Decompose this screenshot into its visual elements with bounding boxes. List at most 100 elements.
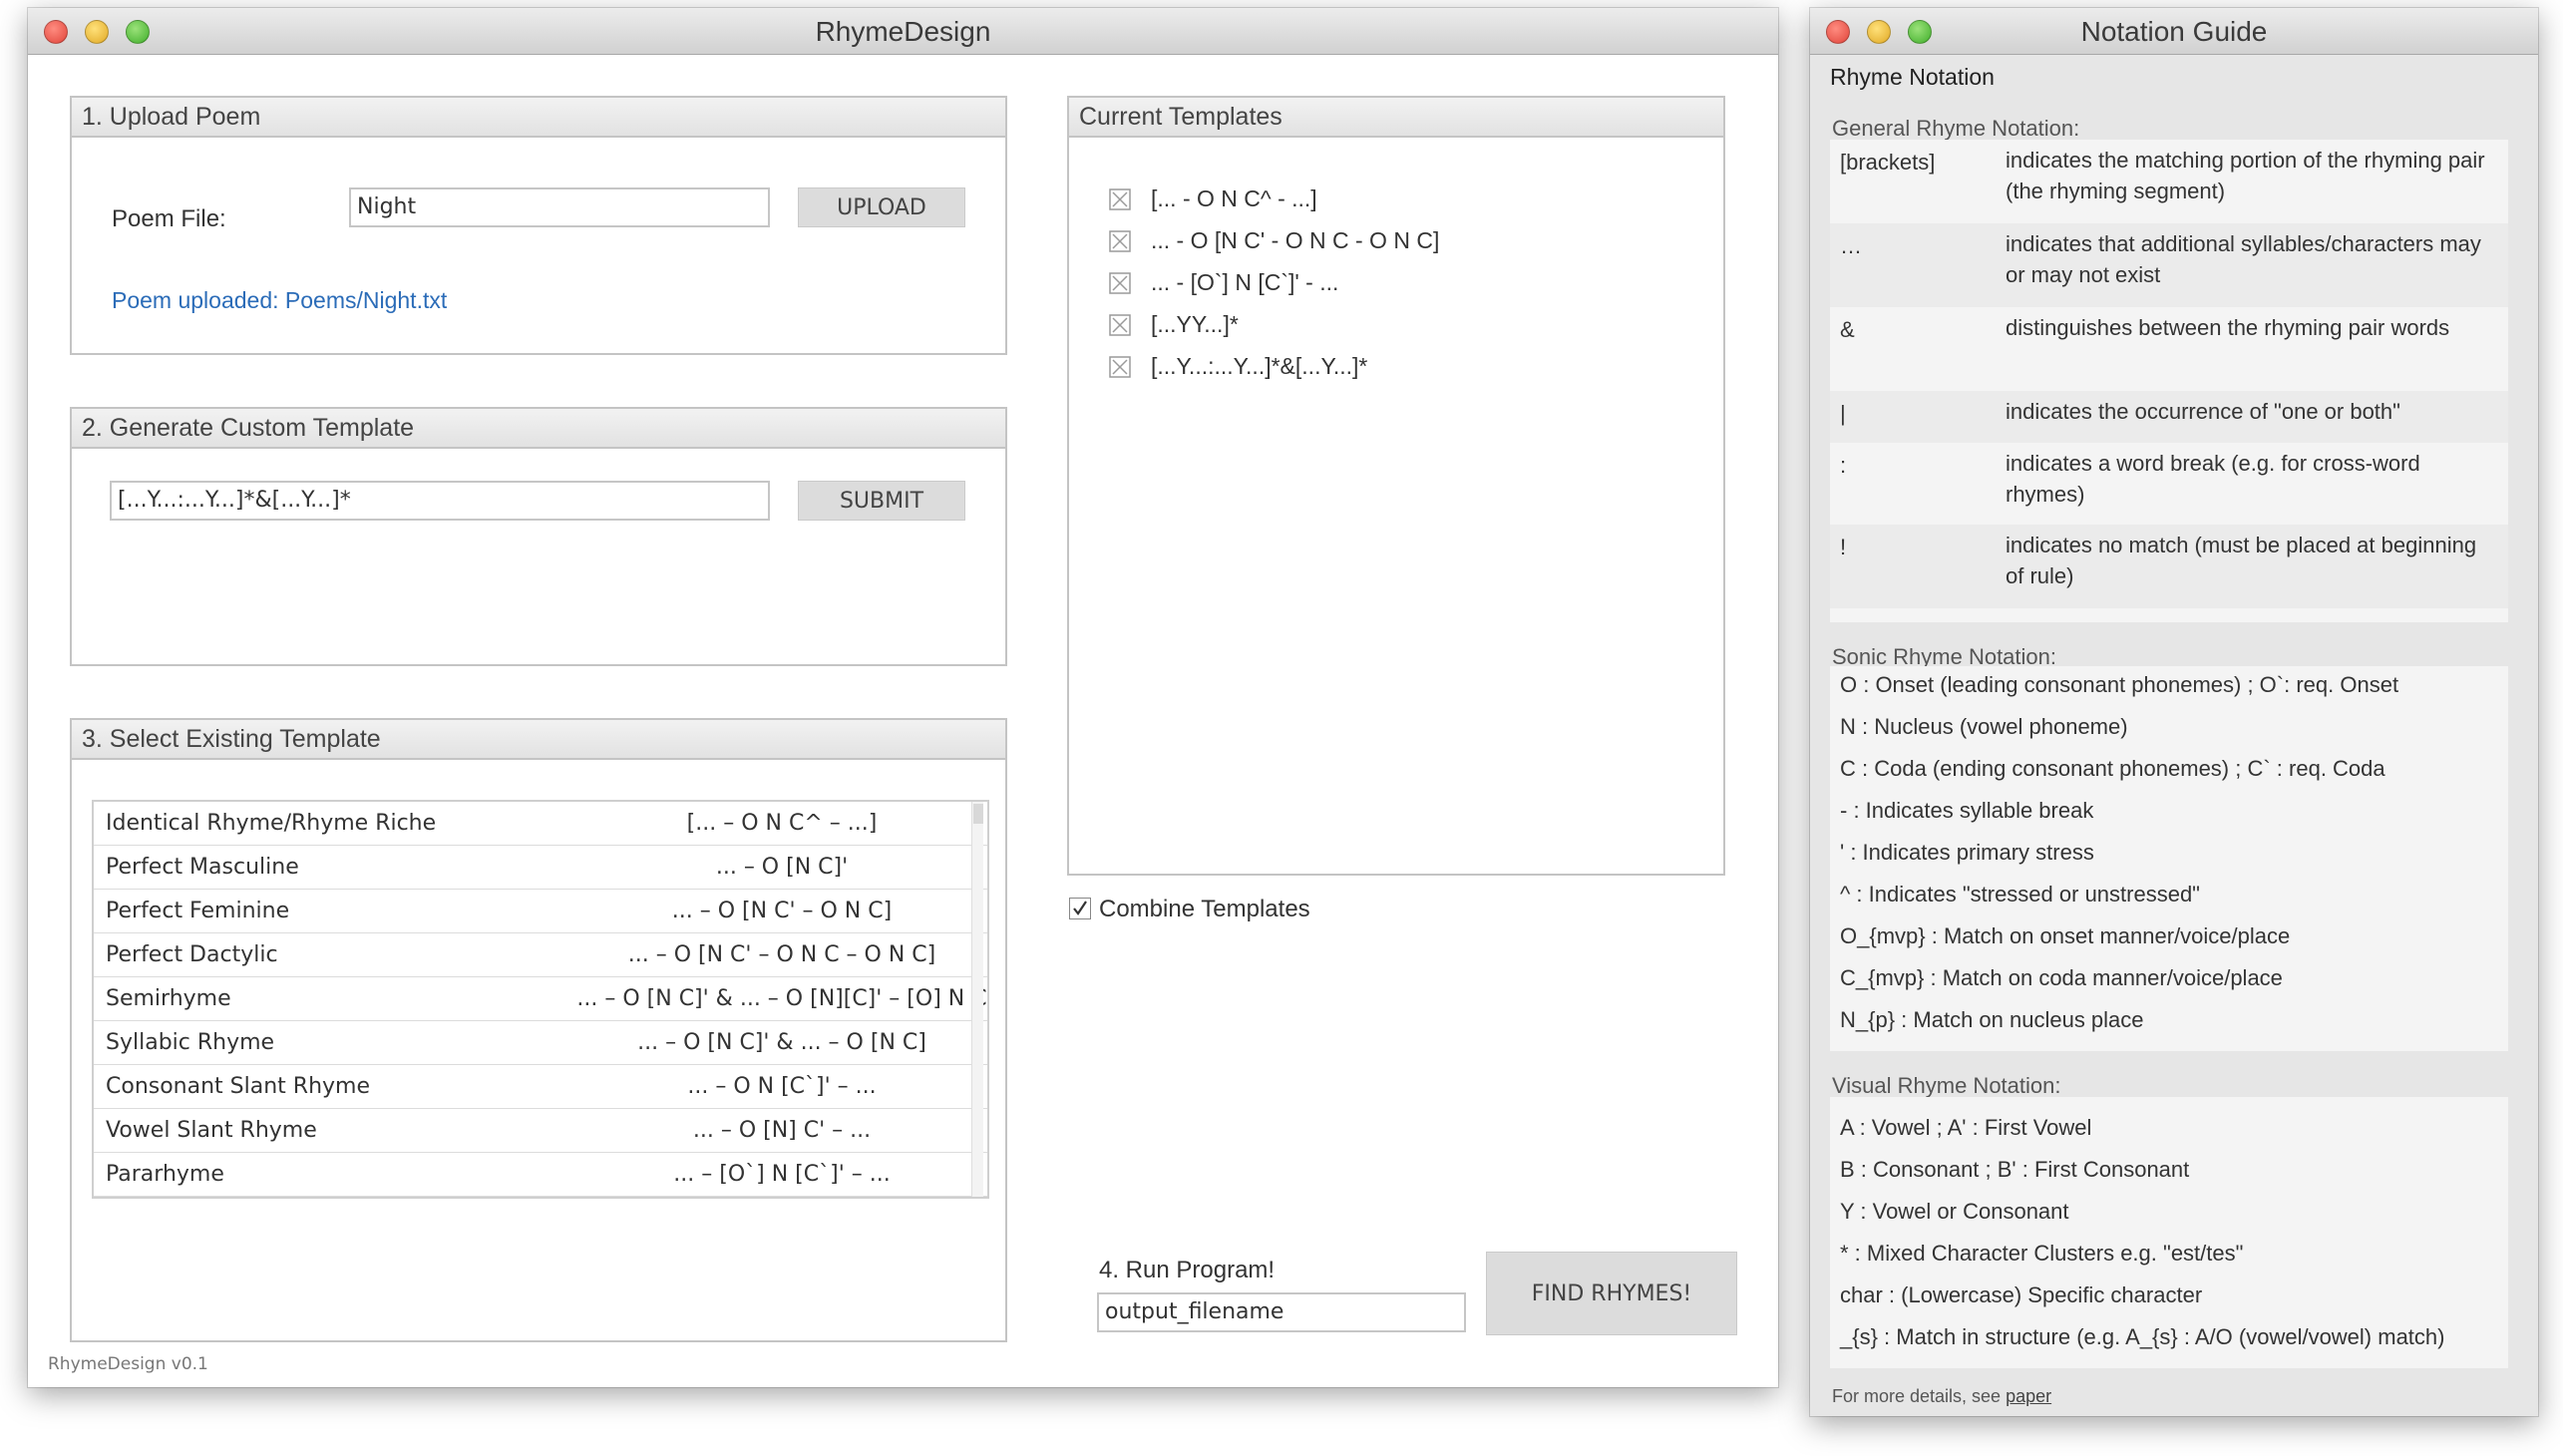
notation-symbol: !	[1840, 535, 1847, 559]
template-pattern: [... – O N C^ – ...]	[686, 811, 878, 836]
template-text: [...YY...]*	[1151, 311, 1239, 337]
general-notation-box: [brackets] indicates the matching portion…	[1830, 140, 2508, 622]
sonic-notation-line: C_{mvp} : Match on coda manner/voice/pla…	[1840, 965, 2283, 990]
notation-row: ! indicates no match (must be placed at b…	[1830, 525, 2508, 608]
notation-symbol: :	[1840, 453, 1847, 478]
notation-symbol: [brackets]	[1840, 150, 1936, 175]
current-template-item: [...YY...]*	[1109, 309, 1667, 339]
table-row[interactable]: Syllabic Rhyme ... – O [N C]' & ... – O […	[94, 1021, 987, 1065]
notation-symbol: |	[1840, 401, 1846, 426]
notation-row: : indicates a word break (e.g. for cross-…	[1830, 443, 2508, 525]
visual-notation-label: Visual Rhyme Notation:	[1832, 1073, 2061, 1098]
visual-notation-line: _{s} : Match in structure (e.g. A_{s} : …	[1840, 1324, 2445, 1349]
notation-description: distinguishes between the rhyming pair w…	[2006, 315, 2450, 340]
remove-template-icon[interactable]	[1109, 355, 1131, 378]
sonic-notation-line: O : Onset (leading consonant phonemes) ;…	[1840, 672, 2399, 697]
notation-row: [brackets] indicates the matching portion…	[1830, 140, 2508, 223]
remove-template-icon[interactable]	[1109, 271, 1131, 294]
notation-row: & distinguishes between the rhyming pair …	[1830, 307, 2508, 391]
combine-templates-label: Combine Templates	[1099, 896, 1310, 922]
template-name: Perfect Feminine	[106, 899, 290, 923]
current-template-item: [... - O N C^ - ...]	[1109, 183, 1667, 213]
window-title: RhymeDesign	[815, 16, 991, 47]
table-row[interactable]: Perfect Masculine ... – O [N C]'	[94, 846, 987, 890]
template-pattern: ... – O [N] C' – ...	[692, 1118, 872, 1143]
notation-symbol: …	[1840, 233, 1862, 258]
visual-notation-line: B : Consonant ; B' : First Consonant	[1840, 1157, 2190, 1182]
sonic-notation-line: O_{mvp} : Match on onset manner/voice/pl…	[1840, 923, 2291, 948]
sonic-notation-line: C : Coda (ending consonant phonemes) ; C…	[1840, 756, 2385, 781]
upload-button[interactable]: UPLOAD	[798, 187, 965, 227]
template-pattern: ... – O [N C]' & ... – O [N C]	[637, 1030, 926, 1055]
visual-notation-line: * : Mixed Character Clusters e.g. "est/t…	[1840, 1241, 2244, 1266]
notation-symbol: &	[1840, 317, 1855, 342]
notation-description: indicates no match (must be placed at be…	[2006, 533, 2477, 588]
output-filename-input[interactable]: output_filename	[1097, 1292, 1466, 1332]
select-template-panel: 3. Select Existing Template Identical Rh…	[70, 718, 1007, 1342]
guide-footer: For more details, see paper	[1832, 1386, 2051, 1407]
template-pattern: ... – O [N C' – O N C – O N C]	[627, 942, 936, 967]
notation-description: indicates a word break (e.g. for cross-w…	[2006, 451, 2420, 507]
template-name: Vowel Slant Rhyme	[106, 1118, 317, 1143]
template-text: [... - O N C^ - ...]	[1151, 185, 1317, 211]
table-row[interactable]: Vowel Slant Rhyme ... – O [N] C' – ...	[94, 1109, 987, 1153]
template-table[interactable]: Identical Rhyme/Rhyme Riche [... – O N C^…	[92, 800, 989, 1199]
template-name: Syllabic Rhyme	[106, 1030, 275, 1055]
general-notation-label: General Rhyme Notation:	[1832, 116, 2080, 141]
template-pattern: ... – [O`] N [C`]' – ...	[673, 1162, 891, 1187]
table-row[interactable]: Consonant Slant Rhyme ... – O N [C`]' – .…	[94, 1065, 987, 1109]
upload-status: Poem uploaded: Poems/Night.txt	[112, 287, 448, 313]
template-name: Semirhyme	[106, 986, 231, 1011]
template-pattern: ... – O [N C]' & ... – O [N][C]' – [O] N…	[576, 986, 987, 1011]
template-pattern: ... – O [N C' – O N C]	[671, 899, 893, 923]
template-text: [...Y...:...Y...]*&[...Y...]*	[1151, 353, 1368, 379]
scrollbar-thumb[interactable]	[973, 804, 983, 824]
select-template-header: 3. Select Existing Template	[72, 720, 1005, 760]
remove-template-icon[interactable]	[1109, 187, 1131, 210]
notation-description: indicates the occurrence of "one or both…	[2006, 399, 2400, 424]
template-name: Perfect Dactylic	[106, 942, 278, 967]
table-scrollbar[interactable]	[971, 802, 983, 1197]
combine-templates-checkbox[interactable]	[1069, 898, 1091, 919]
table-row[interactable]: Perfect Dactylic ... – O [N C' – O N C – …	[94, 933, 987, 977]
paper-link[interactable]: paper	[2006, 1386, 2051, 1406]
current-template-item: ... - [O`] N [C`]' - ...	[1109, 267, 1667, 297]
remove-template-icon[interactable]	[1109, 229, 1131, 252]
table-row[interactable]: Pararhyme ... – [O`] N [C`]' – ...	[94, 1153, 987, 1197]
table-row[interactable]: Semirhyme ... – O [N C]' & ... – O [N][C]…	[94, 977, 987, 1021]
template-name: Identical Rhyme/Rhyme Riche	[106, 811, 437, 836]
template-text: ... - O [N C' - O N C - O N C]	[1151, 227, 1440, 253]
custom-template-input[interactable]: [...Y...:...Y...]*&[...Y...]*	[110, 481, 770, 521]
current-templates-header: Current Templates	[1069, 98, 1723, 138]
check-icon	[1073, 901, 1087, 915]
visual-notation-line: Y : Vowel or Consonant	[1840, 1199, 2069, 1224]
notation-description: indicates that additional syllables/char…	[2006, 231, 2481, 287]
sonic-notation-line: N_{p} : Match on nucleus place	[1840, 1007, 2144, 1032]
upload-poem-panel: 1. Upload Poem Poem File: Night UPLOAD P…	[70, 96, 1007, 355]
visual-notation-line: char : (Lowercase) Specific character	[1840, 1282, 2203, 1307]
template-text: ... - [O`] N [C`]' - ...	[1151, 269, 1339, 295]
sonic-notation-box: O : Onset (leading consonant phonemes) ;…	[1830, 666, 2508, 1051]
notation-row: … indicates that additional syllables/cha…	[1830, 223, 2508, 307]
current-template-item: ... - O [N C' - O N C - O N C]	[1109, 225, 1667, 255]
footer-prefix: For more details, see	[1832, 1386, 2007, 1406]
visual-notation-line: A : Vowel ; A' : First Vowel	[1840, 1115, 2092, 1140]
current-templates-panel: Current Templates [... - O N C^ - ...]..…	[1067, 96, 1725, 876]
poem-file-input[interactable]: Night	[349, 187, 770, 227]
find-rhymes-button[interactable]: FIND RHYMES!	[1486, 1252, 1737, 1335]
template-name: Pararhyme	[106, 1162, 224, 1187]
notation-row: | indicates the occurrence of "one or bot…	[1830, 391, 2508, 443]
table-row[interactable]: Perfect Feminine ... – O [N C' – O N C]	[94, 890, 987, 933]
guide-title-bar[interactable]: Notation Guide	[1810, 8, 2538, 55]
submit-button[interactable]: SUBMIT	[798, 481, 965, 521]
notation-description: indicates the matching portion of the rh…	[2006, 148, 2485, 203]
template-name: Consonant Slant Rhyme	[106, 1074, 371, 1099]
sonic-notation-line: N : Nucleus (vowel phoneme)	[1840, 714, 2128, 739]
remove-template-icon[interactable]	[1109, 313, 1131, 336]
sonic-notation-line: ' : Indicates primary stress	[1840, 840, 2094, 865]
title-bar[interactable]: RhymeDesign	[28, 8, 1778, 55]
generate-template-panel: 2. Generate Custom Template [...Y...:...…	[70, 407, 1007, 666]
visual-notation-box: A : Vowel ; A' : First Vowel B : Consonan…	[1830, 1097, 2508, 1368]
table-row[interactable]: Identical Rhyme/Rhyme Riche [... – O N C^…	[94, 802, 987, 846]
upload-poem-header: 1. Upload Poem	[72, 98, 1005, 138]
